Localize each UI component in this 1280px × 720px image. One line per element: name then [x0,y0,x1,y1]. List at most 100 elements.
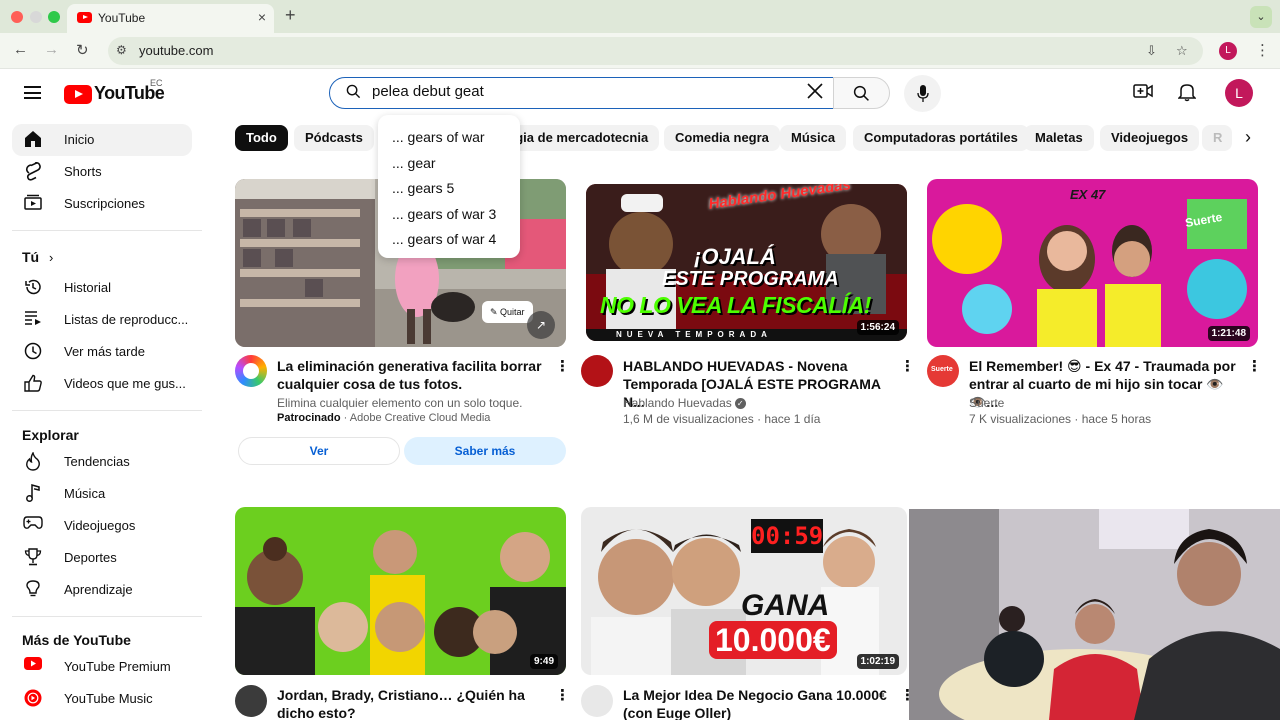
thumb-episode-text: EX 47 [1070,187,1106,202]
sidebar-item-music[interactable]: Música [12,478,192,510]
search-suggestion-item[interactable]: ... gears of war [392,129,485,145]
sidebar-item-label: Tendencias [64,454,130,469]
external-link-icon[interactable]: ↗ [527,311,555,339]
video-thumbnail[interactable]: 9:49 [235,507,566,675]
chip-marketing-strategy[interactable]: egia de mercadotecnia [498,125,660,151]
search-suggestions-dropdown: ... gears of war ... gear ... gears 5 ... g… [378,115,520,258]
channel-avatar[interactable] [581,355,613,387]
video-stats: 1,6 M de visualizaciones · hace 1 día [623,412,821,426]
video-thumbnail[interactable]: Hablando Huevadas ¡OJALÁ ESTE PROGRAMA N… [586,184,907,341]
sidebar-item-label: Videos que me gus... [64,376,186,391]
search-suggestion-item[interactable]: ... gear [392,155,436,171]
video-title[interactable]: La Mejor Idea De Negocio Gana 10.000€ (c… [623,686,893,720]
search-suggestion-item[interactable]: ... gears of war 4 [392,231,496,247]
more-actions-icon[interactable]: ⋮ [555,686,570,704]
reload-icon[interactable]: ↻ [76,41,89,59]
sidebar-item-home[interactable]: Inicio [12,124,192,156]
search-suggestion-item[interactable]: ... gears 5 [392,180,454,196]
browser-tab-youtube[interactable]: YouTube × [67,4,274,33]
chip-truncated[interactable]: R [1202,125,1232,151]
sidebar-item-subscriptions[interactable]: Suscripciones [12,188,192,220]
music-icon [23,484,43,507]
browser-tab-bar: YouTube × + ⌄ [0,0,1280,33]
guide-menu-icon[interactable] [24,86,41,99]
sidebar-item-shorts[interactable]: Shorts [12,156,192,188]
chip-music[interactable]: Música [780,125,847,151]
sidebar-item-playlists[interactable]: Listas de reproducc... [12,304,192,336]
channel-avatar[interactable] [235,685,267,717]
video-stats: 7 K visualizaciones · hace 5 horas [969,412,1152,426]
sidebar-heading-explore: Explorar [22,427,79,443]
youtube-premium-icon [23,657,43,675]
browser-menu-icon[interactable]: ⋮ [1255,41,1270,59]
video-thumbnail[interactable]: 00:59 GANA 10.000€ 1:02:19 [581,507,907,675]
chip-dark-comedy[interactable]: Comedia negra [664,125,780,151]
view-ad-button[interactable]: Ver [238,437,400,465]
search-suggestion-item[interactable]: ... gears of war 3 [392,206,496,222]
chip-todo[interactable]: Todo [235,125,288,151]
address-bar[interactable]: ⚙ youtube.com ⇩ ☆ [108,37,1203,65]
video-title[interactable]: El Remember! 😎 - Ex 47 - Traumada por en… [969,357,1239,411]
search-button[interactable] [833,77,890,109]
more-actions-icon[interactable]: ⋮ [900,357,915,375]
sidebar-item-youtube-music[interactable]: YouTube Music [12,683,192,715]
chip-luggage[interactable]: Maletas [1024,125,1094,151]
bookmark-star-icon[interactable]: ☆ [1176,43,1188,59]
trending-icon [23,451,43,476]
clear-search-icon[interactable] [806,81,824,105]
learn-more-button[interactable]: Saber más [404,437,566,465]
window-maximize-button[interactable] [48,11,60,23]
more-actions-icon[interactable]: ⋮ [1247,357,1262,375]
sidebar-item-label: Aprendizaje [64,582,133,597]
tab-close-icon[interactable]: × [258,9,266,25]
adobe-cc-avatar[interactable] [235,355,267,387]
video-thumbnail-image [235,507,566,675]
site-info-icon[interactable]: ⚙ [116,43,127,57]
sidebar-item-label: Videojuegos [64,518,136,533]
remove-object-button[interactable]: ✎ Quitar [482,301,533,323]
shorts-icon [23,162,43,186]
window-close-button[interactable] [11,11,23,23]
sidebar-item-sports[interactable]: Deportes [12,542,192,574]
sidebar-item-liked-videos[interactable]: Videos que me gus... [12,368,192,400]
sidebar-item-learning[interactable]: Aprendizaje [12,574,192,606]
tab-search-chevron-icon[interactable]: ⌄ [1250,6,1272,28]
new-tab-button[interactable]: + [285,5,296,26]
chip-videogames[interactable]: Videojuegos [1100,125,1200,151]
sidebar-item-watch-later[interactable]: Ver más tarde [12,336,192,368]
video-thumbnail[interactable]: EX 47 Suerte 1:21:48 [927,179,1258,347]
window-minimize-button[interactable] [30,11,42,23]
sidebar-item-history[interactable]: Historial [12,272,192,304]
account-avatar[interactable]: L [1225,79,1253,107]
channel-avatar[interactable] [581,685,613,717]
sidebar-heading-you[interactable]: Tú › [22,249,53,265]
channel-name[interactable]: Suerte [969,396,1004,410]
notifications-bell-icon[interactable] [1177,82,1197,107]
sidebar-item-label: YouTube Music [64,691,153,706]
channel-name[interactable]: Hablando Huevadas ✓ [623,396,746,410]
home-icon [23,130,43,153]
create-video-icon[interactable] [1133,83,1153,104]
more-actions-icon[interactable]: ⋮ [555,357,570,375]
channel-avatar-text: Suerte [931,366,953,373]
install-app-icon[interactable]: ⇩ [1146,43,1157,59]
chevron-right-icon[interactable]: › [1245,127,1251,148]
channel-avatar[interactable]: Suerte [927,355,959,387]
search-input[interactable] [372,83,792,100]
sidebar-item-gaming[interactable]: Videojuegos [12,510,192,542]
search-box[interactable] [329,77,834,109]
sidebar-item-trending[interactable]: Tendencias [12,446,192,478]
sports-trophy-icon [23,548,43,571]
chip-podcasts[interactable]: Pódcasts [294,125,374,151]
ad-title[interactable]: La eliminación generativa facilita borra… [277,357,547,393]
back-arrow-icon[interactable]: ← [13,41,28,58]
sidebar-item-label: Historial [64,280,111,295]
sidebar-item-label: Inicio [64,132,95,147]
forward-arrow-icon[interactable]: → [44,41,59,58]
chip-laptops[interactable]: Computadoras portátiles [853,125,1029,151]
voice-search-mic-icon[interactable] [904,75,941,112]
video-title[interactable]: Jordan, Brady, Cristiano… ¿Quién ha dich… [277,686,547,720]
liked-videos-icon [23,374,43,397]
browser-profile-avatar[interactable]: L [1219,42,1237,60]
sidebar-item-youtube-premium[interactable]: YouTube Premium [12,651,192,683]
